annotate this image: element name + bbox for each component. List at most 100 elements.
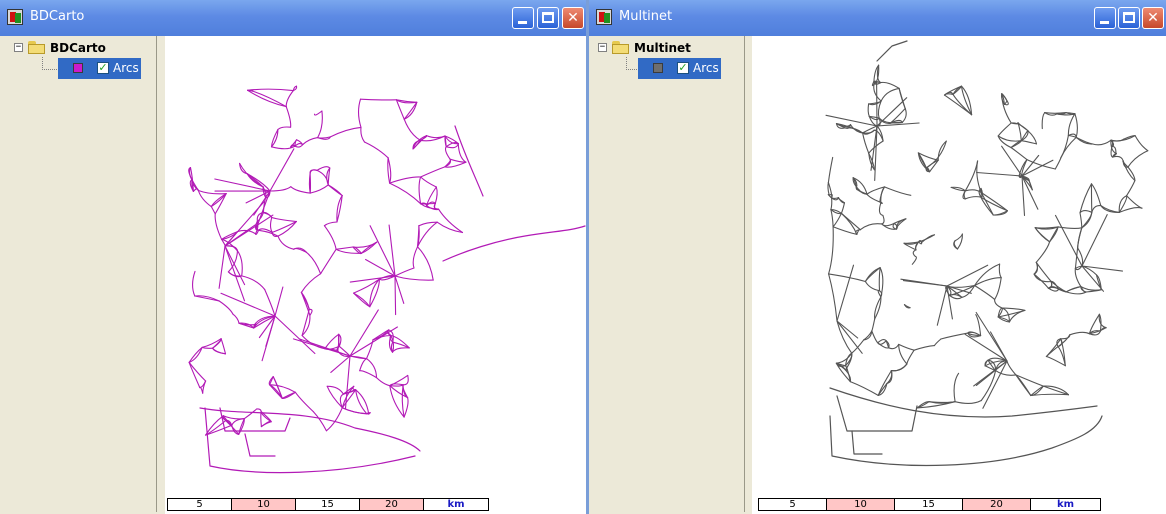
title-bar[interactable]: Multinet ✕ bbox=[589, 0, 1166, 36]
road-segment bbox=[224, 214, 274, 247]
close-icon: ✕ bbox=[1147, 10, 1159, 26]
road-segment bbox=[243, 408, 258, 420]
road-segment bbox=[420, 166, 446, 178]
road-segment bbox=[349, 326, 398, 357]
road-segment bbox=[349, 309, 379, 357]
road-segment bbox=[1010, 146, 1028, 161]
road-network-map bbox=[188, 85, 586, 474]
maximize-button[interactable] bbox=[537, 7, 559, 29]
road-segment bbox=[277, 126, 292, 131]
road-segment bbox=[946, 264, 989, 287]
road-segment bbox=[218, 300, 234, 315]
tree-root[interactable]: − BDCarto bbox=[14, 39, 154, 57]
road-segment bbox=[867, 103, 870, 117]
minimize-button[interactable] bbox=[512, 7, 534, 29]
road-segment bbox=[218, 245, 226, 289]
bdcarto-window: BDCarto ✕ − BDCarto ✓ Arcs 5 10 15 20 km bbox=[0, 0, 588, 514]
title-bar[interactable]: BDCarto ✕ bbox=[0, 0, 588, 36]
road-segment bbox=[341, 385, 355, 409]
road-segment bbox=[320, 248, 337, 275]
layer-item-arcs[interactable]: ✓ Arcs bbox=[638, 58, 721, 79]
road-segment bbox=[355, 389, 370, 415]
collapse-icon[interactable]: − bbox=[14, 43, 23, 52]
layer-visibility-checkbox[interactable]: ✓ bbox=[97, 62, 109, 74]
road-segment bbox=[252, 90, 287, 108]
road-segment bbox=[851, 430, 883, 455]
road-segment bbox=[871, 330, 879, 344]
road-segment bbox=[357, 98, 362, 128]
road-segment bbox=[828, 273, 866, 283]
tree-connector bbox=[42, 57, 59, 70]
road-segment bbox=[214, 213, 223, 240]
road-segment bbox=[403, 118, 421, 141]
road-segment bbox=[359, 370, 378, 379]
road-segment bbox=[394, 267, 415, 277]
road-segment bbox=[828, 194, 840, 199]
road-segment bbox=[1067, 113, 1076, 137]
road-segment bbox=[1045, 355, 1066, 367]
minimize-icon bbox=[518, 21, 527, 24]
minimize-button[interactable] bbox=[1094, 7, 1116, 29]
road-segment bbox=[952, 93, 973, 116]
road-segment bbox=[876, 40, 908, 62]
road-segment bbox=[285, 90, 294, 108]
road-segment bbox=[1090, 183, 1102, 207]
road-segment bbox=[247, 89, 287, 108]
road-segment bbox=[238, 418, 245, 435]
road-segment bbox=[298, 338, 351, 357]
map-canvas[interactable] bbox=[752, 36, 1166, 514]
layer-item-arcs[interactable]: ✓ Arcs bbox=[58, 58, 141, 79]
map-canvas[interactable] bbox=[165, 36, 586, 514]
road-segment bbox=[1080, 286, 1102, 291]
scale-segment: 5 bbox=[758, 498, 827, 511]
road-segment bbox=[898, 343, 915, 351]
road-segment bbox=[1021, 175, 1026, 217]
road-segment bbox=[1118, 207, 1143, 213]
road-segment bbox=[277, 235, 295, 250]
scale-segment: 20 bbox=[962, 498, 1031, 511]
layer-color-swatch bbox=[653, 63, 663, 73]
road-segment bbox=[933, 338, 942, 347]
road-segment bbox=[880, 186, 886, 204]
road-segment bbox=[1127, 150, 1149, 168]
road-segment bbox=[976, 160, 982, 194]
road-segment bbox=[953, 240, 959, 250]
road-segment bbox=[1010, 140, 1022, 149]
road-segment bbox=[316, 166, 331, 171]
road-segment bbox=[246, 173, 264, 188]
folder-icon bbox=[28, 41, 46, 54]
road-segment bbox=[375, 377, 391, 387]
road-segment bbox=[913, 345, 935, 351]
road-segment bbox=[1001, 145, 1023, 177]
road-segment bbox=[902, 280, 948, 287]
layer-visibility-checkbox[interactable]: ✓ bbox=[677, 62, 689, 74]
road-segment bbox=[188, 346, 203, 363]
tree-root-label: BDCarto bbox=[50, 41, 106, 55]
road-segment bbox=[274, 315, 316, 355]
scale-bar: 5 10 15 20 km bbox=[758, 498, 1101, 511]
tree-root-label: Multinet bbox=[634, 41, 691, 55]
tree-root[interactable]: − Multinet bbox=[598, 39, 742, 57]
scale-segment: 15 bbox=[295, 498, 360, 511]
road-segment bbox=[260, 421, 272, 428]
road-segment bbox=[1112, 155, 1124, 162]
road-segment bbox=[256, 408, 262, 413]
maximize-button[interactable] bbox=[1118, 7, 1140, 29]
road-segment bbox=[272, 376, 283, 399]
road-segment bbox=[832, 212, 842, 228]
road-segment bbox=[300, 273, 322, 293]
road-segment bbox=[864, 267, 881, 283]
close-button[interactable]: ✕ bbox=[562, 7, 584, 29]
road-segment bbox=[222, 415, 245, 420]
collapse-icon[interactable]: − bbox=[598, 43, 607, 52]
road-segment bbox=[954, 233, 963, 242]
app-icon bbox=[596, 9, 612, 25]
close-button[interactable]: ✕ bbox=[1142, 7, 1164, 29]
road-segment bbox=[329, 126, 362, 138]
road-segment bbox=[1092, 139, 1112, 146]
road-segment bbox=[1020, 140, 1038, 145]
road-segment bbox=[335, 246, 354, 250]
maximize-icon bbox=[542, 12, 554, 23]
road-network-map bbox=[825, 40, 1149, 467]
road-segment bbox=[188, 361, 201, 389]
